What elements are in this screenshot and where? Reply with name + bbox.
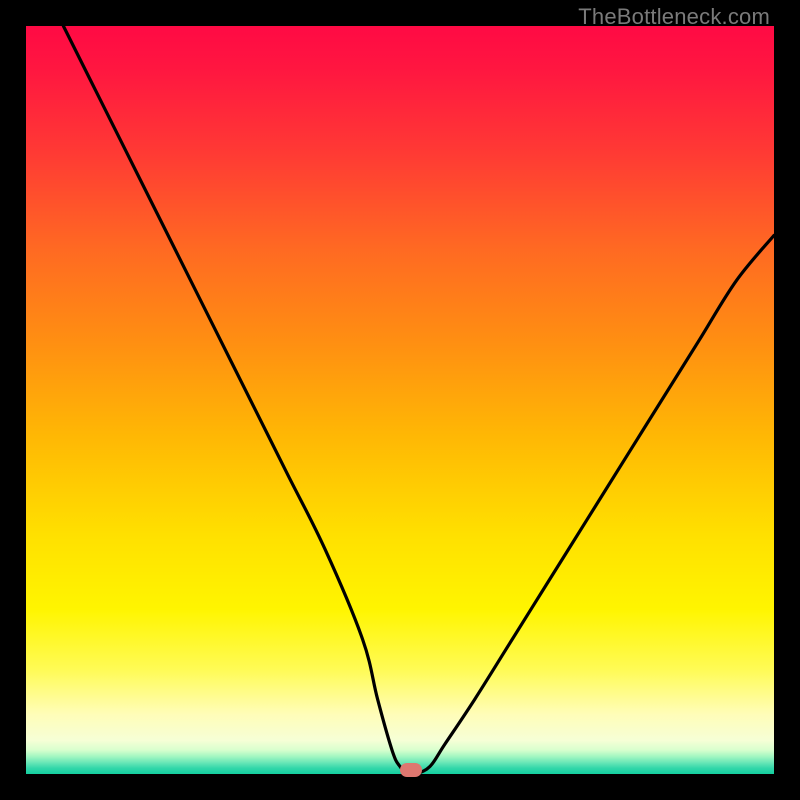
optimal-point-marker [400,763,422,777]
bottleneck-curve [26,26,774,774]
chart-frame [26,26,774,774]
